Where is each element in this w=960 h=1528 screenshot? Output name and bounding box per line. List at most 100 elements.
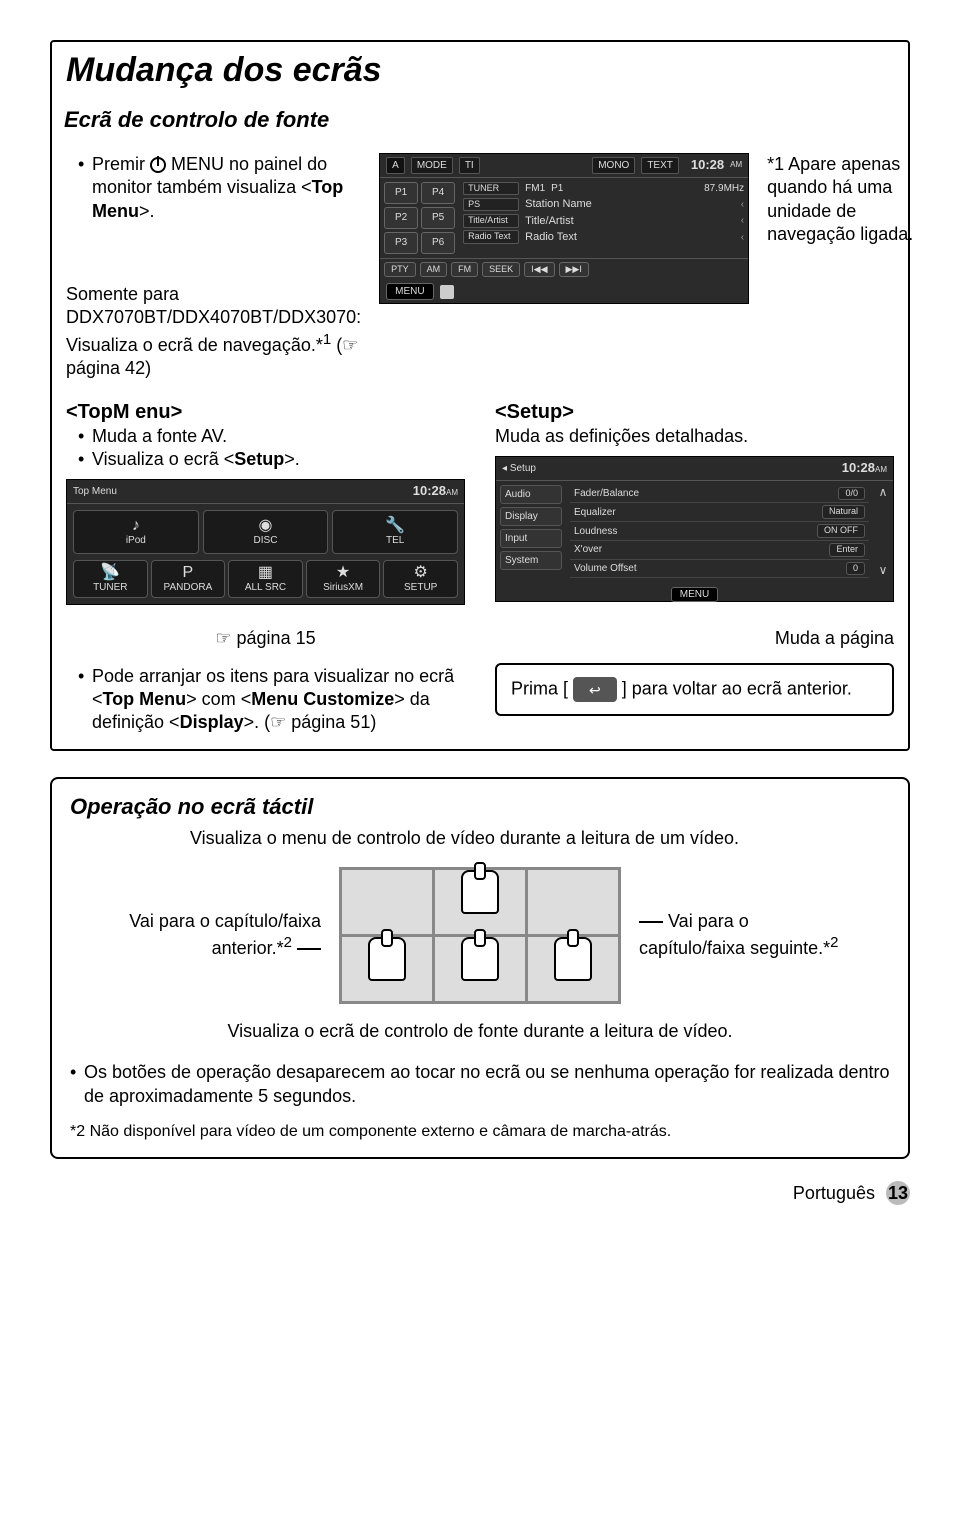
preset-p6[interactable]: P6 (421, 232, 455, 254)
title-artist: Title/Artist (525, 214, 735, 228)
ps-label: PS (463, 198, 519, 212)
star1-text: Apare apenas quando há uma unidade de na… (767, 154, 913, 244)
final-bullet: Os botões de operação desaparecem ao toc… (70, 1061, 890, 1108)
prima-pre: Prima [ (511, 678, 573, 698)
p1: P1 (551, 182, 563, 195)
clock-ampm: AM (730, 160, 742, 170)
touch-box: Operação no ecrã táctil Visualiza o menu… (50, 777, 910, 1159)
topmenu-screenshot: Top Menu 10:28AM ♪iPod ◉DISC 🔧TEL 📡TUNER… (66, 479, 465, 605)
prima-box: Prima [ ] para voltar ao ecrã anterior. (495, 663, 894, 716)
touch-bottom-label: Visualiza o ecrã de controlo de fonte du… (70, 1020, 890, 1043)
setup-title: Setup (510, 463, 536, 474)
hand-icon (554, 937, 592, 981)
next-track-button[interactable]: ▶▶I (559, 262, 589, 278)
hand-icon (461, 870, 499, 914)
touch-heading: Operação no ecrã táctil (70, 793, 890, 822)
page15-ref: ☞ página 15 (66, 627, 465, 650)
footnote2: *2 Não disponível para vídeo de um compo… (70, 1122, 890, 1143)
hand-icon (461, 937, 499, 981)
tm-setup[interactable]: ⚙SETUP (383, 560, 458, 598)
chevron-left-icon[interactable]: ‹ (741, 214, 744, 227)
row-loudness[interactable]: LoudnessON OFF (570, 522, 869, 541)
grid-cell-top-hand[interactable] (435, 870, 525, 934)
grid-cell[interactable] (528, 870, 618, 934)
nav-icon[interactable] (440, 285, 454, 299)
mode-chip[interactable]: MODE (411, 157, 453, 174)
scroll-up-icon[interactable]: ∧ (875, 485, 891, 501)
grid-cell-left-hand[interactable] (342, 937, 432, 1001)
row-fader[interactable]: Fader/Balance0/0 (570, 485, 869, 504)
tm-allsrc[interactable]: ▦ALL SRC (228, 560, 303, 598)
prev-track-button[interactable]: I◀◀ (524, 262, 554, 278)
preset-p5[interactable]: P5 (421, 207, 455, 229)
setup-menu-button[interactable]: MENU (671, 587, 718, 602)
tm-tel[interactable]: 🔧TEL (332, 510, 458, 554)
fm-button[interactable]: FM (451, 262, 478, 278)
premir-bullet: Premir MENU no painel do monitor também … (78, 153, 361, 223)
prima-post: ] para voltar ao ecrã anterior. (622, 678, 852, 698)
star1-marker: *1 (767, 154, 784, 174)
tm-ipod[interactable]: ♪iPod (73, 510, 199, 554)
radio-screenshot: A MODE TI MONO TEXT 10:28 AM P1 P4 P2 (379, 153, 749, 305)
frequency: 87.9MHz (704, 182, 744, 195)
tm-clock: 10:28 (413, 483, 446, 498)
page-subtitle: Ecrã de controlo de fonte (64, 106, 908, 135)
topmenu-title: Top Menu (73, 485, 117, 498)
ti-chip[interactable]: TI (459, 157, 480, 174)
pty-button[interactable]: PTY (384, 262, 416, 278)
tm-pandora[interactable]: PPANDORA (151, 560, 226, 598)
tab-system[interactable]: System (500, 551, 562, 570)
somente-text: Somente para DDX7070BT/DDX4070BT/DDX3070… (66, 283, 361, 381)
topmenu-header: <TopM enu> (66, 399, 465, 425)
preset-p2[interactable]: P2 (384, 207, 418, 229)
chevron-left-icon[interactable]: ‹ (741, 198, 744, 211)
preset-grid: P1 P4 P2 P5 P3 P6 (380, 178, 459, 258)
grid-cell-bottom-hand[interactable] (435, 937, 525, 1001)
touch-right-label: Vai para o capítulo/faixa seguinte.*2 (639, 910, 839, 961)
scroll-down-icon[interactable]: ∨ (875, 563, 891, 579)
premir-pre: Premir (92, 154, 150, 174)
preset-p1[interactable]: P1 (384, 182, 418, 204)
row-xover[interactable]: X'overEnter (570, 541, 869, 560)
rt-label: Radio Text (463, 230, 519, 244)
grid-cell[interactable] (342, 870, 432, 934)
antenna-icon: A (386, 157, 405, 174)
mono-chip[interactable]: MONO (592, 157, 635, 174)
text-chip[interactable]: TEXT (641, 157, 679, 174)
setup-screenshot: ◂ Setup 10:28AM Audio Display Input Syst… (495, 456, 894, 602)
premir-end: >. (139, 201, 155, 221)
chevron-left-icon[interactable]: ‹ (741, 231, 744, 244)
tab-input[interactable]: Input (500, 529, 562, 548)
touch-left-label: Vai para o capítulo/faixa anterior.*2 (121, 910, 321, 961)
tm-disc[interactable]: ◉DISC (203, 510, 329, 554)
ta-label: Title/Artist (463, 214, 519, 228)
seek-button[interactable]: SEEK (482, 262, 520, 278)
grid-cell-right-hand[interactable] (528, 937, 618, 1001)
topmenu-b2: Visualiza o ecrã <Setup>. (78, 448, 465, 471)
radio-text: Radio Text (525, 230, 735, 244)
touch-desc: Visualiza o menu de controlo de vídeo du… (190, 827, 890, 850)
arranjar-bullet: Pode arranjar os itens para visualizar n… (78, 665, 465, 735)
topmenu-b1: Muda a fonte AV. (78, 425, 465, 448)
tm-siriusxm[interactable]: ★SiriusXM (306, 560, 381, 598)
touch-grid (339, 867, 621, 1004)
am-button[interactable]: AM (420, 262, 448, 278)
setup-desc: Muda as definições detalhadas. (495, 425, 894, 448)
back-button-icon[interactable] (573, 677, 617, 702)
footer: Português 13 (50, 1181, 910, 1205)
setup-header: <Setup> (495, 399, 894, 425)
title-box: Mudança dos ecrãs Ecrã de controlo de fo… (50, 40, 910, 751)
footer-lang: Português (793, 1183, 875, 1203)
setup-clock: 10:28 (842, 460, 875, 475)
tab-audio[interactable]: Audio (500, 485, 562, 504)
hand-icon (368, 937, 406, 981)
preset-p4[interactable]: P4 (421, 182, 455, 204)
station-name: Station Name (525, 197, 735, 211)
preset-p3[interactable]: P3 (384, 232, 418, 254)
row-equalizer[interactable]: EqualizerNatural (570, 503, 869, 522)
tm-tuner[interactable]: 📡TUNER (73, 560, 148, 598)
menu-button[interactable]: MENU (386, 283, 433, 300)
tab-display[interactable]: Display (500, 507, 562, 526)
row-volume-offset[interactable]: Volume Offset0 (570, 560, 869, 579)
footer-page: 13 (886, 1181, 910, 1205)
